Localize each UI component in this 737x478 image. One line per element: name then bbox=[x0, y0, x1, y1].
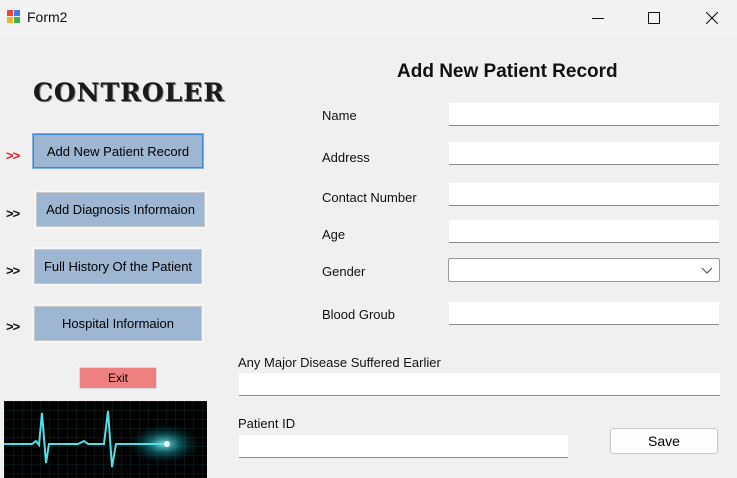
app-icon bbox=[7, 10, 21, 24]
blood-group-label: Blood Groub bbox=[322, 307, 395, 322]
patient-id-label: Patient ID bbox=[238, 416, 296, 431]
arrow-indicator: >> bbox=[6, 263, 20, 278]
age-label: Age bbox=[322, 227, 346, 242]
patient-id-input[interactable] bbox=[239, 435, 568, 458]
controller-title: CONTROLER bbox=[33, 78, 226, 107]
active-arrow-indicator: >> bbox=[6, 148, 20, 163]
age-input[interactable] bbox=[449, 220, 719, 243]
add-diagnosis-information-button[interactable]: Add Diagnosis Informaion bbox=[36, 192, 205, 227]
form-client-area: CONTROLER >> Add New Patient Record >> A… bbox=[0, 36, 737, 478]
window-title: Form2 bbox=[27, 9, 68, 25]
gender-label: Gender bbox=[322, 264, 366, 279]
close-button[interactable] bbox=[689, 0, 735, 36]
major-disease-label: Any Major Disease Suffered Earlier bbox=[238, 355, 441, 370]
name-input[interactable] bbox=[449, 103, 719, 126]
blood-group-input[interactable] bbox=[449, 302, 719, 325]
contact-number-input[interactable] bbox=[449, 183, 719, 206]
full-patient-history-button[interactable]: Full History Of the Patient bbox=[34, 249, 202, 284]
address-input[interactable] bbox=[449, 142, 719, 165]
hospital-information-button[interactable]: Hospital Informaion bbox=[34, 306, 202, 341]
chevron-down-icon bbox=[701, 267, 713, 274]
arrow-indicator: >> bbox=[6, 319, 20, 334]
save-button[interactable]: Save bbox=[610, 428, 718, 454]
ecg-heartbeat-image bbox=[4, 401, 207, 478]
address-label: Address bbox=[322, 150, 370, 165]
major-disease-input[interactable] bbox=[239, 373, 720, 396]
minimize-icon bbox=[592, 18, 604, 19]
maximize-icon bbox=[648, 12, 660, 24]
form-title: Add New Patient Record bbox=[397, 61, 618, 82]
contact-number-label: Contact Number bbox=[322, 190, 417, 205]
close-icon bbox=[706, 12, 718, 24]
gender-select[interactable] bbox=[448, 258, 720, 282]
title-bar: Form2 bbox=[0, 0, 737, 36]
add-new-patient-record-button[interactable]: Add New Patient Record bbox=[33, 134, 203, 168]
name-label: Name bbox=[322, 108, 357, 123]
minimize-button[interactable] bbox=[575, 0, 621, 36]
maximize-button[interactable] bbox=[631, 0, 677, 36]
arrow-indicator: >> bbox=[6, 206, 20, 221]
exit-button[interactable]: Exit bbox=[79, 367, 157, 389]
